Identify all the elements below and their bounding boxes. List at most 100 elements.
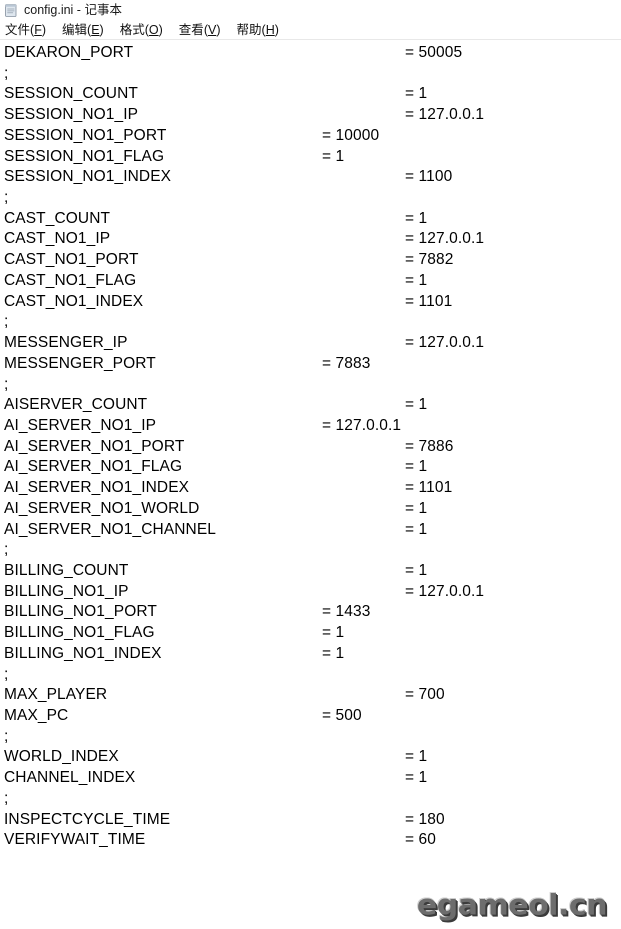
menu-item-file-accel: F bbox=[34, 22, 42, 37]
config-value: = 10000 bbox=[322, 126, 380, 144]
config-line: ; bbox=[4, 312, 621, 333]
config-line: SESSION_NO1_FLAG = 1 bbox=[4, 147, 621, 168]
config-line: MAX_PC = 500 bbox=[4, 706, 621, 727]
config-line: BILLING_NO1_IP = 127.0.0.1 bbox=[4, 582, 621, 603]
config-value: = 7883 bbox=[322, 354, 371, 372]
config-key: AI_SERVER_NO1_WORLD bbox=[4, 499, 200, 517]
config-line: AI_SERVER_NO1_INDEX = 1101 bbox=[4, 478, 621, 499]
config-key: WORLD_INDEX bbox=[4, 748, 119, 766]
config-value: = 1 bbox=[322, 624, 345, 642]
config-key: BILLING_NO1_INDEX bbox=[4, 644, 162, 662]
config-key: SESSION_NO1_INDEX bbox=[4, 168, 172, 186]
menu-item-format[interactable]: 格式(O) bbox=[120, 24, 163, 37]
config-key: INSPECTCYCLE_TIME bbox=[4, 810, 171, 828]
menu-item-help[interactable]: 帮助(H) bbox=[237, 24, 279, 37]
config-value: = 700 bbox=[405, 686, 445, 704]
config-line: MAX_PLAYER = 700 bbox=[4, 685, 621, 706]
menu-item-view[interactable]: 查看(V) bbox=[179, 24, 221, 37]
config-line: BILLING_NO1_INDEX = 1 bbox=[4, 644, 621, 665]
config-value: = 1 bbox=[405, 769, 428, 787]
config-line: AI_SERVER_NO1_FLAG = 1 bbox=[4, 457, 621, 478]
watermark: egameol.cn bbox=[416, 888, 608, 923]
config-line: SESSION_NO1_IP = 127.0.0.1 bbox=[4, 105, 621, 126]
config-key: BILLING_NO1_IP bbox=[4, 582, 129, 600]
config-line: BILLING_COUNT = 1 bbox=[4, 561, 621, 582]
config-line: MESSENGER_IP = 127.0.0.1 bbox=[4, 333, 621, 354]
notepad-icon bbox=[4, 3, 19, 18]
config-value: = 1 bbox=[322, 644, 345, 662]
config-key: CAST_COUNT bbox=[4, 209, 111, 227]
config-value: = 1101 bbox=[405, 479, 453, 497]
config-value: = 50005 bbox=[405, 44, 463, 61]
config-line: AI_SERVER_NO1_PORT = 7886 bbox=[4, 437, 621, 458]
config-value: = 127.0.0.1 bbox=[405, 230, 485, 248]
config-value: = 7882 bbox=[405, 251, 454, 269]
config-line: AI_SERVER_NO1_CHANNEL = 1 bbox=[4, 520, 621, 541]
config-key: CHANNEL_INDEX bbox=[4, 769, 136, 787]
config-key: CAST_NO1_FLAG bbox=[4, 271, 137, 289]
config-key: SESSION_NO1_FLAG bbox=[4, 147, 165, 165]
menu-item-format-label: 格式 bbox=[119, 22, 145, 37]
window-titlebar: config.ini - 记事本 bbox=[0, 0, 621, 21]
config-line: BILLING_NO1_FLAG = 1 bbox=[4, 623, 621, 644]
config-value: = 500 bbox=[322, 707, 362, 724]
config-key: CAST_NO1_PORT bbox=[4, 251, 139, 269]
config-key: SESSION_COUNT bbox=[4, 85, 138, 103]
config-line: VERIFYWAIT_TIME = 60 bbox=[4, 830, 621, 851]
config-line: CHANNEL_INDEX = 1 bbox=[4, 768, 621, 789]
config-line: CAST_NO1_IP = 127.0.0.1 bbox=[4, 229, 621, 250]
config-line: CAST_NO1_FLAG = 1 bbox=[4, 271, 621, 292]
config-line: ; bbox=[4, 727, 621, 748]
config-value: = 1 bbox=[322, 147, 345, 165]
text-editor-area[interactable]: DEKARON_PORT = 50005; SESSION_COUNT = 1 SESS… bbox=[0, 41, 621, 929]
config-key: ; bbox=[4, 64, 9, 82]
config-key: MAX_PC bbox=[4, 707, 69, 724]
menu-item-help-accel: H bbox=[265, 22, 275, 37]
config-line: AISERVER_COUNT = 1 bbox=[4, 395, 621, 416]
config-line: AI_SERVER_NO1_WORLD = 1 bbox=[4, 499, 621, 520]
config-value: = 127.0.0.1 bbox=[322, 416, 402, 434]
config-value: = 1 bbox=[405, 209, 428, 227]
config-key: BILLING_COUNT bbox=[4, 561, 129, 579]
config-line: AI_SERVER_NO1_IP = 127.0.0.1 bbox=[4, 416, 621, 437]
config-key: MESSENGER_PORT bbox=[4, 354, 156, 372]
config-line: SESSION_NO1_INDEX = 1100 bbox=[4, 167, 621, 188]
config-key: ; bbox=[4, 541, 9, 559]
config-key: ; bbox=[4, 375, 9, 393]
config-line: ; bbox=[4, 540, 621, 561]
config-key: VERIFYWAIT_TIME bbox=[4, 831, 146, 849]
menu-item-file[interactable]: 文件(F) bbox=[5, 24, 46, 37]
menu-item-edit[interactable]: 编辑(E) bbox=[62, 24, 104, 37]
menu-item-view-accel: V bbox=[207, 22, 217, 37]
config-line: SESSION_NO1_PORT = 10000 bbox=[4, 126, 621, 147]
config-value: = 1433 bbox=[322, 603, 371, 621]
config-key: ; bbox=[4, 789, 9, 807]
config-key: SESSION_NO1_IP bbox=[4, 106, 139, 124]
menu-item-edit-accel: E bbox=[91, 22, 100, 37]
menu-item-file-label: 文件 bbox=[5, 22, 31, 37]
config-value: = 1 bbox=[405, 748, 428, 766]
config-key: AI_SERVER_NO1_FLAG bbox=[4, 458, 183, 476]
config-value: = 127.0.0.1 bbox=[405, 106, 485, 124]
config-key: ; bbox=[4, 727, 9, 745]
config-line: ; bbox=[4, 375, 621, 396]
config-line: BILLING_NO1_PORT = 1433 bbox=[4, 602, 621, 623]
config-key: SESSION_NO1_PORT bbox=[4, 126, 167, 144]
config-value: = 1 bbox=[405, 396, 428, 414]
menu-item-format-accel: O bbox=[148, 22, 159, 37]
config-value: = 7886 bbox=[405, 437, 454, 455]
config-line: WORLD_INDEX = 1 bbox=[4, 747, 621, 768]
config-key: AI_SERVER_NO1_IP bbox=[4, 416, 157, 434]
config-line: CAST_COUNT = 1 bbox=[4, 209, 621, 230]
config-value: = 1 bbox=[405, 520, 428, 538]
config-line: DEKARON_PORT = 50005 bbox=[4, 43, 621, 64]
config-key: ; bbox=[4, 665, 9, 683]
menu-item-view-label: 查看 bbox=[178, 22, 204, 37]
config-key: DEKARON_PORT bbox=[4, 44, 134, 61]
menu-item-edit-label: 编辑 bbox=[62, 22, 88, 37]
config-key: CAST_NO1_INDEX bbox=[4, 292, 144, 310]
window-title: config.ini - 记事本 bbox=[24, 3, 122, 18]
menu-item-help-label: 帮助 bbox=[236, 22, 262, 37]
config-key: CAST_NO1_IP bbox=[4, 230, 111, 248]
menubar: 文件(F) 编辑(E) 格式(O) 查看(V) 帮助(H) bbox=[0, 21, 621, 40]
